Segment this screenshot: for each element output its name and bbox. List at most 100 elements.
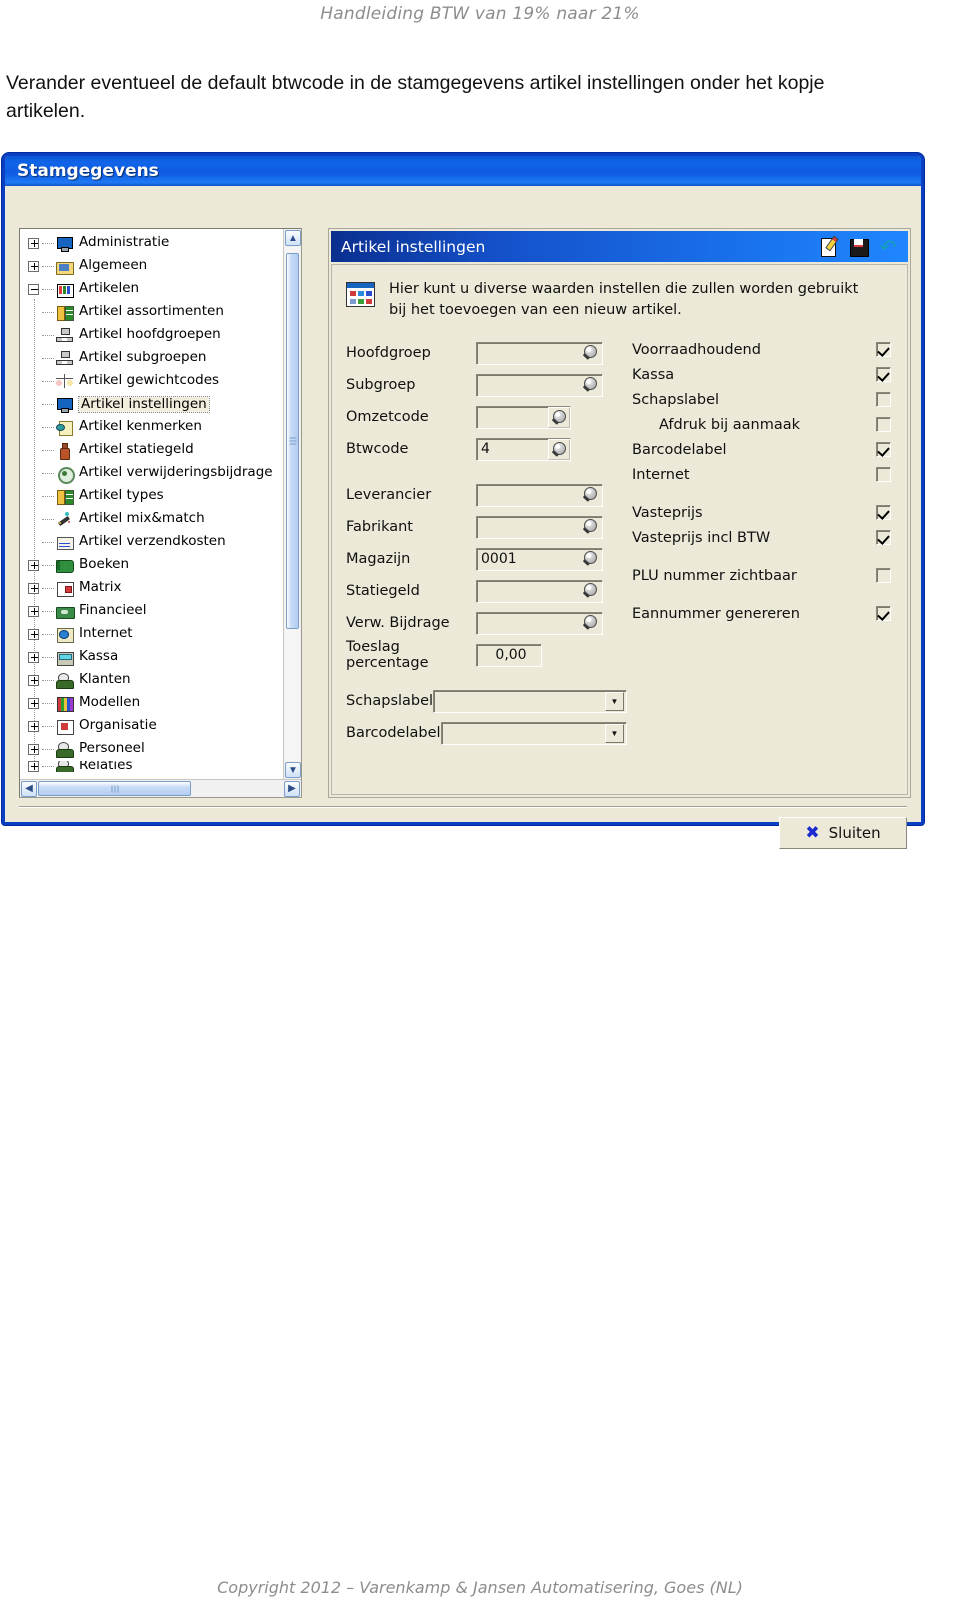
- checkbox-eannummer-genereren[interactable]: [876, 606, 891, 622]
- field-input-subgroep[interactable]: [476, 373, 603, 397]
- expand-icon[interactable]: [28, 744, 39, 755]
- tree-item-artikel-assortimenten[interactable]: Artikel assortimenten: [24, 301, 283, 324]
- expand-icon[interactable]: [28, 761, 39, 772]
- field-input-toeslag-percentage[interactable]: 0,00: [476, 643, 542, 667]
- navigation-tree[interactable]: Administratie Algemeen Artikelen Artikel as…: [20, 229, 283, 772]
- tree-item-artikel-types[interactable]: Artikel types: [24, 485, 283, 508]
- expand-icon[interactable]: [28, 652, 39, 663]
- checkbox-vasteprijs[interactable]: [876, 505, 891, 521]
- combo-label: Schapslabel: [346, 693, 434, 710]
- tree-item-boeken[interactable]: Boeken: [24, 554, 283, 577]
- checkbox-row[interactable]: Eannummer genereren: [632, 601, 907, 626]
- checkbox-row[interactable]: Internet: [632, 462, 907, 487]
- search-icon[interactable]: [580, 581, 602, 602]
- field-input-hoofdgroep[interactable]: [476, 341, 603, 365]
- checkbox-label: Internet: [632, 466, 690, 483]
- field-input-omzetcode[interactable]: [476, 405, 571, 429]
- recycle-icon: [56, 466, 75, 484]
- combo-schapslabel[interactable]: ▼: [433, 689, 627, 713]
- expand-icon[interactable]: [28, 261, 39, 272]
- tree-item-klanten[interactable]: Klanten: [24, 669, 283, 692]
- horizontal-scroll-thumb[interactable]: [38, 781, 191, 796]
- tree-item-personeel[interactable]: Personeel: [24, 738, 283, 761]
- tree-item-kassa[interactable]: Kassa: [24, 646, 283, 669]
- checkbox-voorraadhoudend[interactable]: [876, 342, 891, 358]
- close-button[interactable]: ✖ Sluiten: [779, 817, 907, 849]
- collapse-icon[interactable]: [28, 284, 39, 295]
- tree-horizontal-scrollbar[interactable]: ◀ ▶: [20, 779, 301, 797]
- chevron-down-icon[interactable]: ▼: [605, 691, 624, 711]
- field-input-statiegeld[interactable]: [476, 579, 603, 603]
- scroll-down-button[interactable]: ▼: [285, 762, 301, 778]
- search-icon[interactable]: [548, 438, 570, 460]
- checkbox-afdruk-bij-aanmaak[interactable]: [876, 417, 891, 433]
- tree-item-artikel-gewichtcodes[interactable]: Artikel gewichtcodes: [24, 370, 283, 393]
- tree-item-matrix[interactable]: Matrix: [24, 577, 283, 600]
- search-icon[interactable]: [580, 517, 602, 538]
- expand-icon[interactable]: [28, 583, 39, 594]
- checkbox-row[interactable]: Schapslabel: [632, 387, 907, 412]
- checkbox-schapslabel[interactable]: [876, 392, 891, 408]
- expand-icon[interactable]: [28, 606, 39, 617]
- checkbox-row[interactable]: Vasteprijs: [632, 500, 907, 525]
- checkbox-row[interactable]: Vasteprijs incl BTW: [632, 525, 907, 550]
- folder-icon: [56, 259, 74, 275]
- search-icon[interactable]: [580, 613, 602, 634]
- expand-icon[interactable]: [28, 675, 39, 686]
- search-icon[interactable]: [580, 343, 602, 364]
- tree-item-artikel-mix-match[interactable]: Artikel mix&match: [24, 508, 283, 531]
- search-icon[interactable]: [580, 375, 602, 396]
- tree-item-artikelen[interactable]: Artikelen: [24, 278, 283, 301]
- scroll-right-button[interactable]: ▶: [284, 780, 300, 797]
- vertical-scroll-thumb[interactable]: [286, 253, 299, 629]
- scroll-left-button[interactable]: ◀: [21, 780, 37, 797]
- checkbox-kassa[interactable]: [876, 367, 891, 383]
- tree-item-artikel-verwijderingsbijdrage[interactable]: Artikel verwijderingsbijdrage: [24, 462, 283, 485]
- tree-item-internet[interactable]: Internet: [24, 623, 283, 646]
- tree-item-algemeen[interactable]: Algemeen: [24, 255, 283, 278]
- expand-icon[interactable]: [28, 698, 39, 709]
- tree-item-administratie[interactable]: Administratie: [24, 232, 283, 255]
- checkbox-vasteprijs-incl-btw[interactable]: [876, 530, 891, 546]
- tree-item-artikel-hoofdgroepen[interactable]: Artikel hoofdgroepen: [24, 324, 283, 347]
- new-document-icon[interactable]: [820, 237, 840, 257]
- tree-vertical-scrollbar[interactable]: ▲ ▼: [283, 229, 301, 779]
- checkbox-label: Schapslabel: [632, 391, 720, 408]
- search-icon[interactable]: [548, 406, 570, 428]
- tree-item-artikel-subgroepen[interactable]: Artikel subgroepen: [24, 347, 283, 370]
- expand-icon[interactable]: [28, 629, 39, 640]
- tree-item-artikel-kenmerken[interactable]: Artikel kenmerken: [24, 416, 283, 439]
- tree-item-organisatie[interactable]: Organisatie: [24, 715, 283, 738]
- checkbox-row[interactable]: Kassa: [632, 362, 907, 387]
- vertical-scroll-track[interactable]: [285, 247, 300, 761]
- tree-item-artikel-verzendkosten[interactable]: Artikel verzendkosten: [24, 531, 283, 554]
- tree-item-artikel-instellingen[interactable]: Artikel instellingen: [24, 393, 283, 416]
- checkbox-plu-nummer-zichtbaar[interactable]: [876, 568, 891, 584]
- tree-item-modellen[interactable]: Modellen: [24, 692, 283, 715]
- field-input-leverancier[interactable]: [476, 483, 603, 507]
- tree-item-artikel-statiegeld[interactable]: Artikel statiegeld: [24, 439, 283, 462]
- expand-icon[interactable]: [28, 560, 39, 571]
- field-input-btwcode[interactable]: 4: [476, 437, 571, 461]
- save-icon[interactable]: [849, 237, 869, 257]
- checkbox-row[interactable]: Afdruk bij aanmaak: [632, 412, 907, 437]
- tree-item-financieel[interactable]: Financieel: [24, 600, 283, 623]
- checkbox-row[interactable]: Barcodelabel: [632, 437, 907, 462]
- scroll-up-button[interactable]: ▲: [285, 230, 301, 246]
- field-input-verw-bijdrage[interactable]: [476, 611, 603, 635]
- search-icon[interactable]: [580, 485, 602, 506]
- tree-item-relaties[interactable]: Relaties: [24, 761, 283, 772]
- checkbox-row[interactable]: Voorraadhoudend: [632, 337, 907, 362]
- expand-icon[interactable]: [28, 721, 39, 732]
- chevron-down-icon[interactable]: ▼: [605, 723, 624, 743]
- undo-icon[interactable]: ↶: [878, 237, 898, 257]
- checkbox-internet[interactable]: [876, 467, 891, 483]
- checkbox-barcodelabel[interactable]: [876, 442, 891, 458]
- search-icon[interactable]: [580, 549, 602, 570]
- field-input-magazijn[interactable]: 0001: [476, 547, 603, 571]
- combo-barcodelabel[interactable]: ▼: [440, 721, 627, 745]
- expand-icon[interactable]: [28, 238, 39, 249]
- checkbox-row[interactable]: PLU nummer zichtbaar: [632, 563, 907, 588]
- field-input-fabrikant[interactable]: [476, 515, 603, 539]
- horizontal-scroll-track[interactable]: [38, 781, 265, 796]
